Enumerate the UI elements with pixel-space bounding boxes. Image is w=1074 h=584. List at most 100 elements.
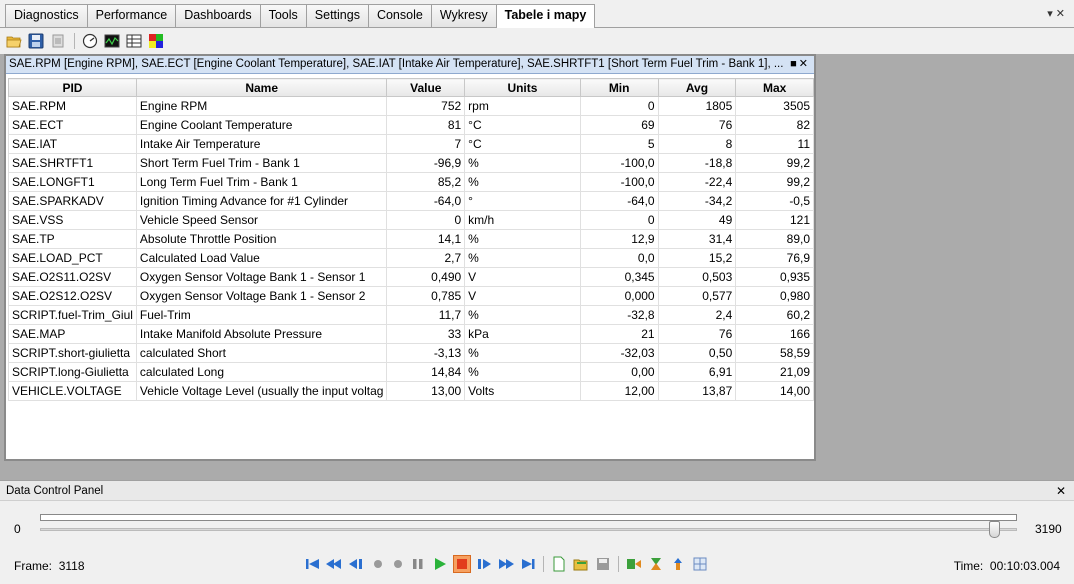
column-header-max[interactable]: Max <box>735 78 814 97</box>
play-icon[interactable] <box>431 555 449 573</box>
table-icon[interactable] <box>126 33 142 49</box>
dropdown-arrow-icon[interactable]: ▾ <box>1047 8 1056 20</box>
window-controls: ■✕ <box>790 57 810 70</box>
new-file-icon[interactable] <box>550 555 568 573</box>
cell-pid: SAE.SHRTFT1 <box>8 153 137 173</box>
table-row[interactable]: SAE.LOAD_PCT Calculated Load Value 2,7% 0,0… <box>8 248 814 268</box>
marker-icon[interactable] <box>669 555 687 573</box>
time-label: Time: <box>953 559 984 573</box>
skip-to-end-icon[interactable] <box>519 555 537 573</box>
tab-wykresy[interactable]: Wykresy <box>430 4 497 27</box>
range-selection-bar[interactable] <box>40 514 1017 521</box>
cell-min: 5 <box>579 134 659 154</box>
cell-avg: 0,50 <box>657 343 737 363</box>
maximize-icon[interactable]: ■ <box>790 58 799 70</box>
cell-max: 166 <box>735 324 814 344</box>
cell-max: 3505 <box>735 96 814 116</box>
cell-avg: 15,2 <box>657 248 737 268</box>
tab-settings[interactable]: Settings <box>305 4 369 27</box>
window-titlebar[interactable]: SAE.RPM [Engine RPM], SAE.ECT [Engine Co… <box>6 56 814 74</box>
cell-max: 99,2 <box>735 153 814 173</box>
table-row[interactable]: SAE.O2S12.O2SV Oxygen Sensor Voltage Bank… <box>8 286 814 306</box>
oscilloscope-icon[interactable] <box>104 33 120 49</box>
cell-pid: SAE.TP <box>8 229 137 249</box>
step-forward-icon[interactable] <box>475 555 493 573</box>
fast-rewind-icon[interactable] <box>325 555 343 573</box>
cell-units: % <box>464 343 581 363</box>
table-row[interactable]: SAE.TP Absolute Throttle Position 14,1% 12,… <box>8 229 814 249</box>
table-row[interactable]: SAE.MAP Intake Manifold Absolute Pressure… <box>8 324 814 344</box>
column-header-value[interactable]: Value <box>386 78 466 97</box>
cell-min: 0,00 <box>579 362 659 382</box>
cell-min: 12,9 <box>579 229 659 249</box>
tab-diagnostics[interactable]: Diagnostics <box>5 4 88 27</box>
table-row[interactable]: SCRIPT.short-giulietta calculated Short -3… <box>8 343 814 363</box>
cell-value: -96,9 <box>386 153 466 173</box>
cell-units: Volts <box>464 381 581 401</box>
column-header-units[interactable]: Units <box>464 78 581 97</box>
tab-bar: Diagnostics Performance Dashboards Tools Set… <box>0 0 1074 28</box>
open-folder-icon[interactable] <box>6 33 22 49</box>
skip-to-start-icon[interactable] <box>304 555 322 573</box>
cell-units: % <box>464 362 581 382</box>
tab-performance[interactable]: Performance <box>86 4 177 27</box>
tab-console[interactable]: Console <box>367 4 432 27</box>
export-icon[interactable] <box>50 33 66 49</box>
cell-name: Oxygen Sensor Voltage Bank 1 - Sensor 1 <box>135 267 388 287</box>
column-header-min[interactable]: Min <box>579 78 659 97</box>
close-icon[interactable]: ✕ <box>1056 8 1068 20</box>
record-dot-icon[interactable] <box>369 555 387 573</box>
cell-name: Engine Coolant Temperature <box>135 115 388 135</box>
settings-grid-icon[interactable] <box>691 555 709 573</box>
column-header-pid[interactable]: PID <box>8 78 137 97</box>
frame-value: 3118 <box>58 559 85 573</box>
cell-avg: 6,91 <box>657 362 737 382</box>
stop-icon[interactable] <box>453 555 471 573</box>
pid-table-window: SAE.RPM [Engine RPM], SAE.ECT [Engine Co… <box>4 54 816 461</box>
table-row[interactable]: SAE.SPARKADV Ignition Timing Advance for … <box>8 191 814 211</box>
filter-icon[interactable] <box>625 555 643 573</box>
save-file-icon[interactable] <box>594 555 612 573</box>
cell-avg: 0,503 <box>657 267 737 287</box>
map-icon[interactable] <box>148 33 164 49</box>
cell-pid: SAE.O2S12.O2SV <box>8 286 137 306</box>
cell-avg: 13,87 <box>657 381 737 401</box>
table-row[interactable]: VEHICLE.VOLTAGE Vehicle Voltage Level (us… <box>8 381 814 401</box>
column-header-avg[interactable]: Avg <box>657 78 737 97</box>
cell-value: 85,2 <box>386 172 466 192</box>
table-row[interactable]: SAE.LONGFT1 Long Term Fuel Trim - Bank 18… <box>8 172 814 192</box>
record-dot-icon[interactable] <box>389 555 407 573</box>
gauge-icon[interactable] <box>82 33 98 49</box>
cell-units: V <box>464 267 581 287</box>
fast-forward-icon[interactable] <box>497 555 515 573</box>
table-row[interactable]: SAE.ECT Engine Coolant Temperature 81 °C 69 7… <box>8 115 814 135</box>
open-file-icon[interactable] <box>572 555 590 573</box>
cell-pid: SAE.ECT <box>8 115 137 135</box>
table-row[interactable]: SCRIPT.long-Giulietta calculated Long 14,8… <box>8 362 814 382</box>
pause-icon[interactable] <box>409 555 427 573</box>
frame-slider-thumb[interactable] <box>988 521 1000 538</box>
table-row[interactable]: SAE.IAT Intake Air Temperature 7 °C 5 8 11 <box>8 134 814 154</box>
cell-pid: SAE.VSS <box>8 210 137 230</box>
frame-slider-track[interactable] <box>40 528 1017 531</box>
table-row[interactable]: SAE.O2S11.O2SV Oxygen Sensor Voltage Bank… <box>8 267 814 287</box>
table-row[interactable]: SAE.VSS Vehicle Speed Sensor 0 km/h 0 49 121 <box>8 210 814 230</box>
panel-close-icon[interactable]: ✕ <box>1056 484 1066 498</box>
table-row[interactable]: SAE.SHRTFT1 Short Term Fuel Trim - Bank 1… <box>8 153 814 173</box>
cell-pid: SCRIPT.fuel-Trim_Giul <box>8 305 137 325</box>
table-row[interactable]: SCRIPT.fuel-Trim_Giul Fuel-Trim 11,7% -32,8… <box>8 305 814 325</box>
cell-value: 81 <box>386 115 466 135</box>
tab-tools[interactable]: Tools <box>259 4 307 27</box>
table-row[interactable]: SAE.RPM Engine RPM 752 rpm 0 1805 3505 <box>8 96 814 116</box>
tab-tabele-i-mapy[interactable]: Tabele i mapy <box>495 4 596 28</box>
save-icon[interactable] <box>28 33 44 49</box>
step-back-icon[interactable] <box>347 555 365 573</box>
cell-name: calculated Long <box>135 362 388 382</box>
tab-dashboards[interactable]: Dashboards <box>175 4 261 27</box>
bookmark-icon[interactable] <box>647 555 665 573</box>
cell-name: Long Term Fuel Trim - Bank 1 <box>135 172 388 192</box>
cell-name: Engine RPM <box>135 96 388 116</box>
window-close-icon[interactable]: ✕ <box>799 58 810 70</box>
cell-max: 76,9 <box>735 248 814 268</box>
column-header-name[interactable]: Name <box>135 78 388 97</box>
